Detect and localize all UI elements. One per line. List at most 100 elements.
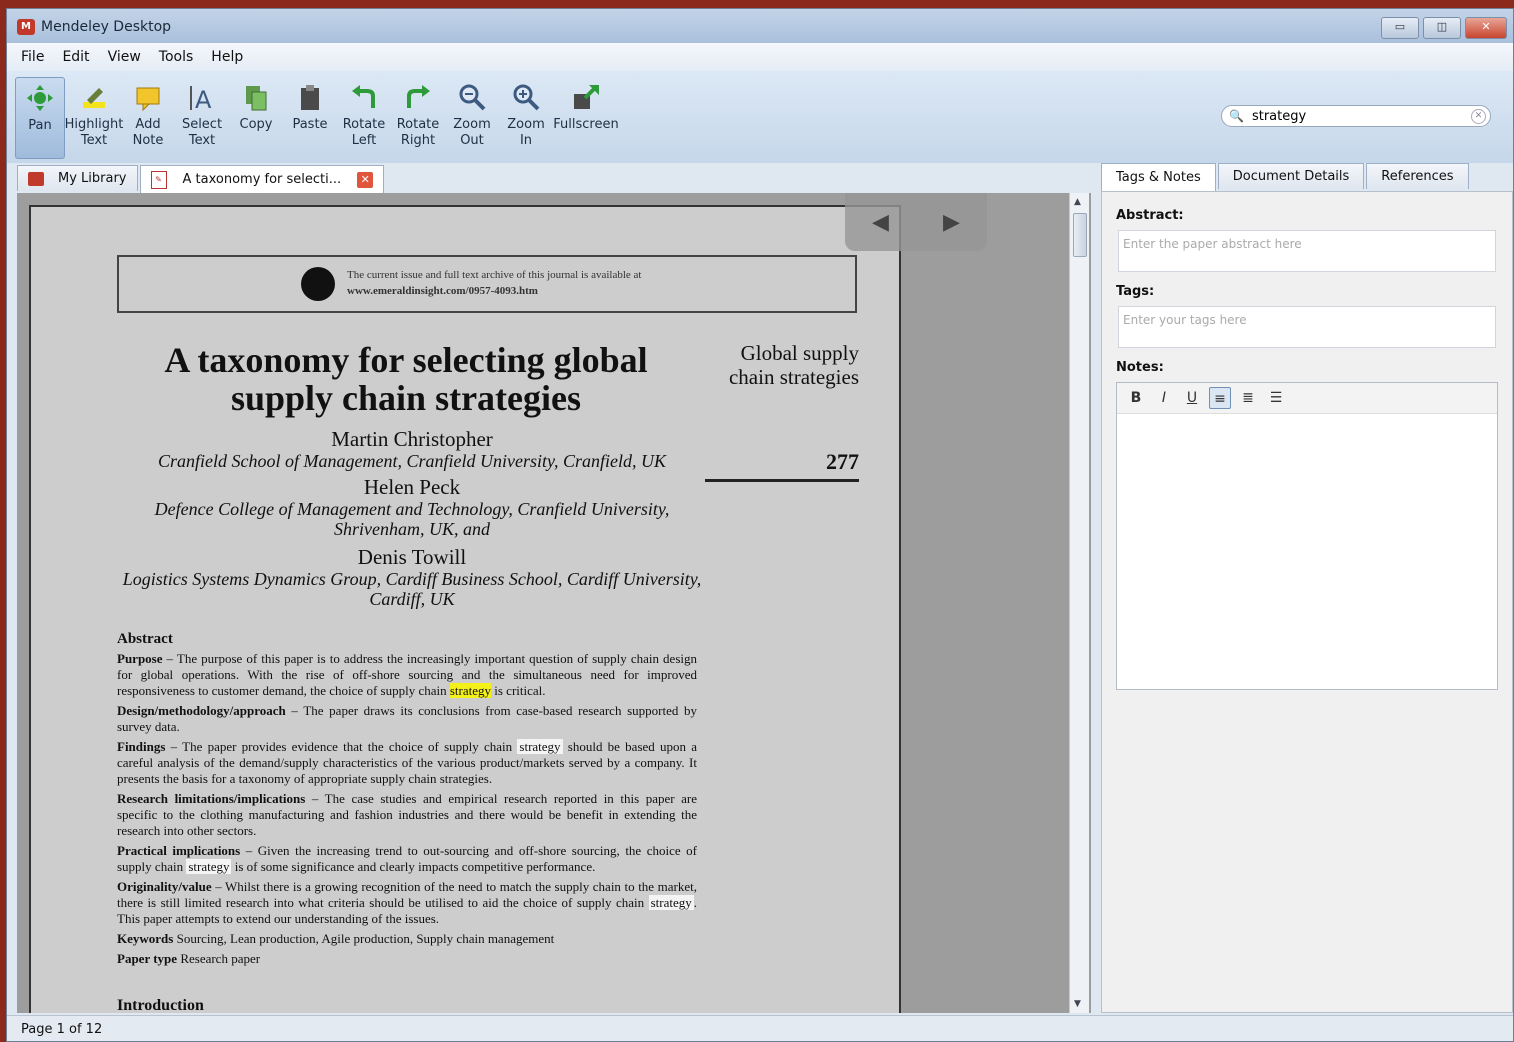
copy-icon: [240, 81, 272, 113]
document-tabs: My Library ✎ A taxonomy for selecti... ✕: [17, 165, 386, 193]
mendeley-logo-icon: M: [17, 19, 35, 35]
close-tab-icon[interactable]: ✕: [357, 171, 374, 188]
tab-tags-notes[interactable]: Tags & Notes: [1101, 163, 1216, 191]
underline-button[interactable]: U: [1181, 387, 1203, 409]
rotate-left-icon: [348, 81, 380, 113]
bold-button[interactable]: B: [1125, 387, 1147, 409]
paste-label: Paste: [292, 117, 328, 132]
notes-format-toolbar: B I U ≡ ≣ ☰: [1117, 383, 1497, 414]
align-left-button[interactable]: ≡: [1209, 387, 1231, 409]
align-center-button[interactable]: ≣: [1237, 387, 1259, 409]
select-text-button[interactable]: A Select Text: [177, 77, 227, 159]
tab-my-library[interactable]: My Library: [17, 165, 138, 191]
align-justify-button[interactable]: ☰: [1265, 387, 1287, 409]
purpose-end: is critical.: [491, 683, 546, 698]
note-icon: [132, 81, 164, 113]
paper-title: A taxonomy for selecting global supply c…: [164, 340, 648, 418]
rotate-left-label-2: Left: [351, 133, 377, 148]
copy-button[interactable]: Copy: [231, 77, 281, 159]
search-input[interactable]: [1249, 107, 1454, 125]
rotate-left-button[interactable]: Rotate Left: [339, 77, 389, 159]
add-note-button[interactable]: Add Note: [123, 77, 173, 159]
copy-label: Copy: [239, 117, 273, 132]
minimize-button[interactable]: ▭: [1381, 17, 1419, 39]
zoom-out-label-1: Zoom: [453, 117, 491, 132]
tab-references[interactable]: References: [1366, 163, 1469, 189]
author-3: Denis Towill: [357, 545, 467, 569]
zoom-out-icon: [456, 81, 488, 113]
journal-page-number: 277: [705, 449, 859, 482]
emerald-logo-icon: [301, 267, 335, 301]
zoom-in-button[interactable]: Zoom In: [501, 77, 551, 159]
scroll-down-icon[interactable]: ▼: [1074, 999, 1081, 1009]
practical-label: Practical implications: [117, 843, 241, 858]
italic-button[interactable]: I: [1153, 387, 1175, 409]
zoom-in-label-2: In: [519, 133, 533, 148]
page-indicator: Page 1 of 12: [21, 1022, 103, 1037]
search-match-strategy-3: strategy: [186, 859, 232, 874]
fullscreen-icon: [570, 81, 602, 113]
purpose-paragraph: Purpose – The purpose of this paper is t…: [117, 651, 697, 699]
next-page-icon[interactable]: ▶: [943, 210, 960, 235]
research-label: Research limitations/implications: [117, 791, 306, 806]
highlight-strategy-1[interactable]: strategy: [449, 683, 492, 698]
tags-notes-panel: Abstract: Enter the paper abstract here …: [1101, 191, 1513, 1013]
menu-edit[interactable]: Edit: [62, 49, 89, 65]
menu-help[interactable]: Help: [211, 49, 243, 65]
pdf-page: The current issue and full text archive …: [29, 205, 901, 1013]
select-text-label-1: Select: [181, 117, 223, 132]
findings-label: Findings: [117, 739, 166, 754]
maximize-button[interactable]: ◫: [1423, 17, 1461, 39]
highlight-text-button[interactable]: Highlight Text: [65, 77, 123, 159]
pan-icon: [24, 82, 56, 114]
search-match-strategy-2: strategy: [517, 739, 563, 754]
journal-banner: The current issue and full text archive …: [117, 255, 857, 313]
svg-text:A: A: [195, 86, 212, 112]
author-1: Martin Christopher: [331, 427, 493, 451]
search-box: 🔍 ✕: [1221, 105, 1491, 127]
banner-url: www.emeraldinsight.com/0957-4093.htm: [347, 285, 538, 297]
findings-text: – The paper provides evidence that the c…: [165, 739, 518, 754]
tab-document-details[interactable]: Document Details: [1217, 163, 1365, 189]
scroll-up-icon[interactable]: ▲: [1074, 197, 1081, 207]
tab-my-library-label: My Library: [58, 171, 127, 186]
pan-label: Pan: [28, 118, 52, 133]
abstract-field[interactable]: Enter the paper abstract here: [1118, 230, 1496, 272]
paste-button[interactable]: Paste: [285, 77, 335, 159]
notes-editor[interactable]: B I U ≡ ≣ ☰: [1116, 382, 1498, 690]
abstract-section: Abstract Purpose – The purpose of this p…: [117, 631, 697, 971]
status-bar: Page 1 of 12: [7, 1015, 1513, 1041]
highlight-icon: [78, 81, 110, 113]
zoom-in-label-1: Zoom: [507, 117, 545, 132]
menu-tools[interactable]: Tools: [159, 49, 194, 65]
close-button[interactable]: ✕: [1465, 17, 1507, 39]
window-title: Mendeley Desktop: [41, 19, 172, 35]
menu-view[interactable]: View: [108, 49, 141, 65]
clear-search-icon[interactable]: ✕: [1471, 109, 1486, 124]
paper-type-label: Paper type: [117, 951, 178, 966]
zoom-in-icon: [510, 81, 542, 113]
menu-bar: File Edit View Tools Help: [7, 43, 1513, 71]
introduction-heading: Introduction: [117, 997, 204, 1013]
menu-file[interactable]: File: [21, 49, 44, 65]
scroll-thumb[interactable]: [1073, 213, 1087, 257]
research-paragraph: Research limitations/implications – The …: [117, 791, 697, 839]
rotate-right-button[interactable]: Rotate Right: [393, 77, 443, 159]
banner-line-1: The current issue and full text archive …: [347, 269, 642, 281]
pan-button[interactable]: Pan: [15, 77, 65, 159]
keywords-paragraph: Keywords Sourcing, Lean production, Agil…: [117, 931, 697, 947]
abstract-label: Abstract:: [1116, 208, 1184, 223]
tags-field[interactable]: Enter your tags here: [1118, 306, 1496, 348]
previous-page-icon[interactable]: ◀: [872, 210, 889, 235]
zoom-out-button[interactable]: Zoom Out: [447, 77, 497, 159]
tab-document[interactable]: ✎ A taxonomy for selecti... ✕: [139, 165, 385, 193]
fullscreen-button[interactable]: Fullscreen: [553, 77, 619, 159]
keywords-label: Keywords: [117, 931, 174, 946]
toolbar: Pan Highlight Text Add Note A Select Tex…: [7, 71, 1513, 163]
document-scrollbar[interactable]: ▲ ▼: [1069, 193, 1089, 1013]
author-2: Helen Peck: [363, 475, 461, 499]
affiliation-1: Cranfield School of Management, Cranfiel…: [158, 451, 666, 471]
practical-end: is of some significance and clearly impa…: [231, 859, 596, 874]
title-bar: M Mendeley Desktop ▭ ◫ ✕: [7, 9, 1513, 43]
pdf-viewer[interactable]: The current issue and full text archive …: [17, 193, 1091, 1013]
